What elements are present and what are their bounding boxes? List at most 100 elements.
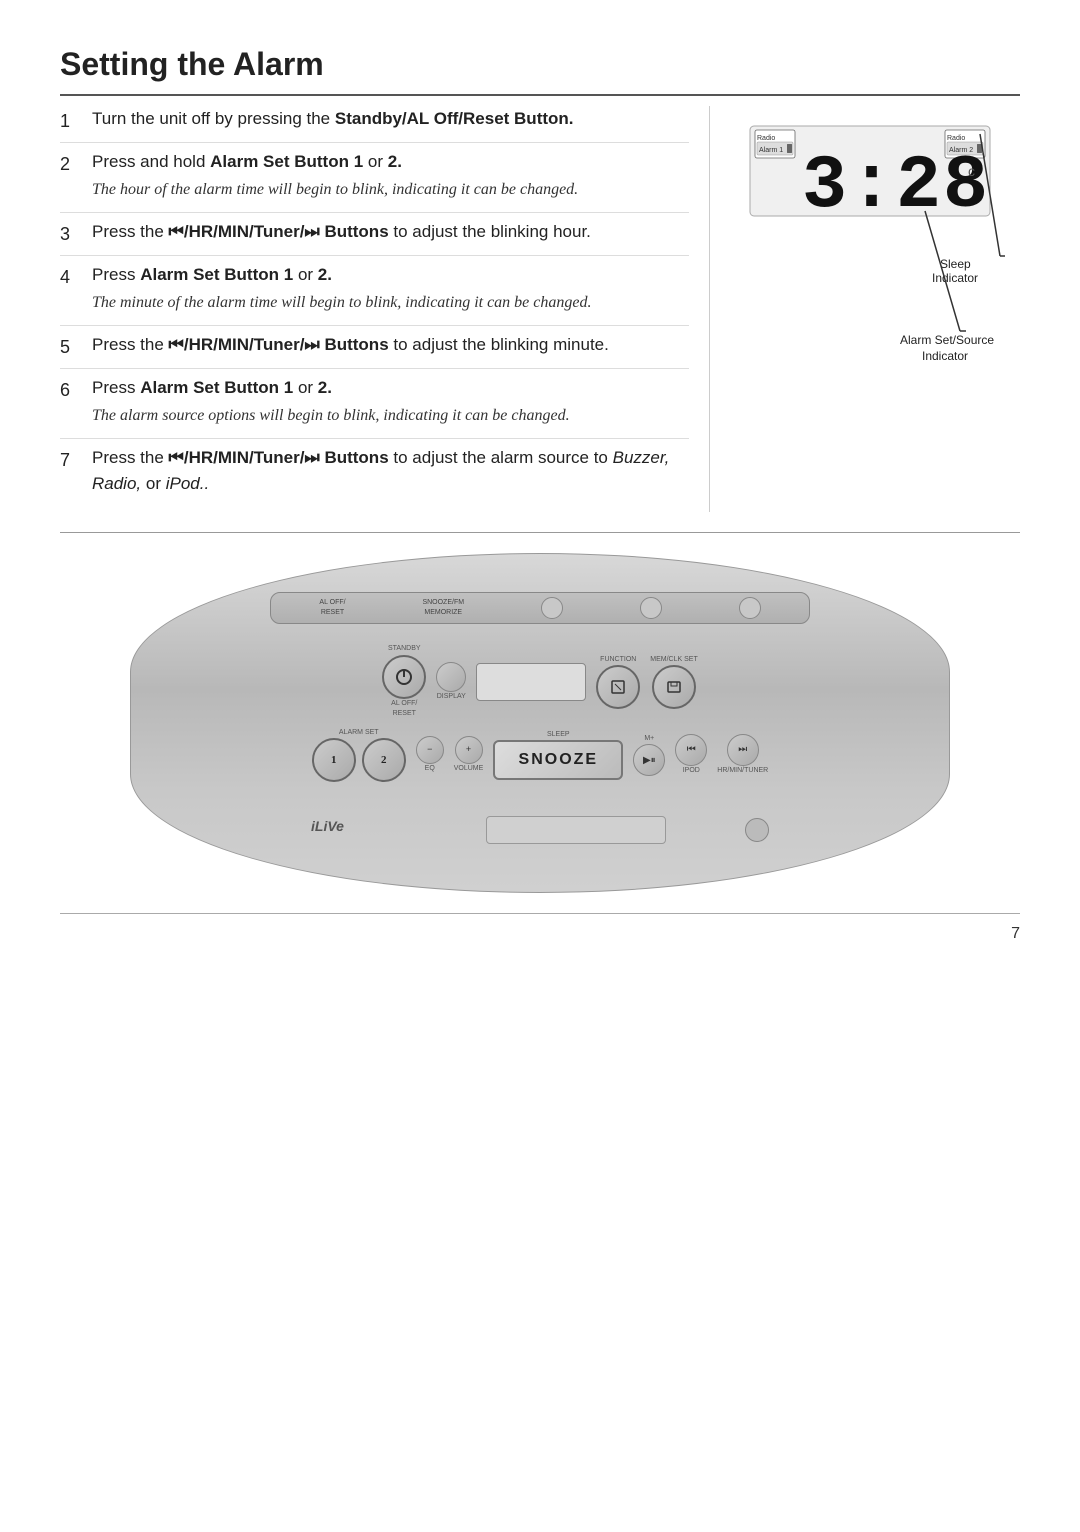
step-2-number: 2 (60, 149, 80, 207)
step-2-text: Press and hold Alarm Set Button 1 or 2. (92, 149, 689, 175)
step-7-text: Press the ⏮/HR/MIN/Tuner/⏭ Buttons to ad… (92, 445, 689, 496)
play-group: M+ ▶⏸ (633, 734, 665, 777)
device-illustration: AL OFF/RESET SNOOZE/FM MEMORIZE STANDBY (130, 553, 950, 893)
svg-text:3:28: 3:28 (802, 144, 990, 229)
svg-text:Indicator: Indicator (922, 349, 968, 363)
svg-text:Alarm 1: Alarm 1 (759, 147, 783, 154)
step-5-text: Press the ⏮/HR/MIN/Tuner/⏭ Buttons to ad… (92, 332, 689, 358)
step-6-bold1: Alarm Set Button 1 (140, 378, 293, 397)
device-top-panel: AL OFF/RESET SNOOZE/FM MEMORIZE (270, 592, 810, 624)
function-label: FUNCTION (600, 655, 636, 666)
step-1-number: 1 (60, 106, 80, 136)
step-5: 5 Press the ⏮/HR/MIN/Tuner/⏭ Buttons to … (60, 332, 689, 369)
step-4: 4 Press Alarm Set Button 1 or 2. The min… (60, 262, 689, 327)
eq-label: EQ (425, 764, 435, 775)
snooze-button[interactable]: SNOOZE (493, 740, 623, 780)
section-divider (60, 532, 1020, 533)
top-panel-text3: MEMORIZE (424, 608, 462, 619)
top-panel-text2: SNOOZE/FM (422, 598, 464, 609)
top-panel-circle3[interactable] (739, 597, 761, 619)
alarm-set-2-button[interactable]: 2 (362, 738, 406, 782)
play-button[interactable]: ▶⏸ (633, 744, 665, 776)
display-column: Radio Alarm 1 Radio Alarm 2 3:28 c (740, 106, 1020, 512)
device-bottom-circle (745, 818, 769, 842)
step-6-bold2: 2. (318, 378, 332, 397)
sleep-label: SLEEP (547, 730, 570, 741)
top-panel-circle2[interactable] (640, 597, 662, 619)
alarm-set-group: ALARM SET 1 2 (312, 728, 406, 783)
eq-button[interactable]: − (416, 736, 444, 764)
svg-text:Radio: Radio (947, 135, 965, 142)
svg-text:Sleep: Sleep (940, 257, 971, 271)
device-logo: iLiVe (311, 816, 344, 837)
al-off-reset-label: AL OFF/RESET (391, 699, 417, 720)
volume-group: + VOLUME (454, 736, 484, 775)
step-4-italic: The minute of the alarm time will begin … (92, 291, 689, 315)
step-4-bold1: Alarm Set Button 1 (140, 265, 293, 284)
device-controls: STANDBY AL OFF/RESET DISPLAY FUNCTION (240, 644, 840, 782)
step-1-bold: Standby/AL Off/Reset Button. (335, 109, 574, 128)
top-panel-group2: SNOOZE/FM MEMORIZE (422, 598, 464, 619)
step-4-content: Press Alarm Set Button 1 or 2. The minut… (92, 262, 689, 320)
mem-clk-group: MEM/CLK SET (650, 655, 697, 710)
mem-clk-label: MEM/CLK SET (650, 655, 697, 666)
step-6-content: Press Alarm Set Button 1 or 2. The alarm… (92, 375, 689, 433)
volume-button[interactable]: + (455, 736, 483, 764)
step-3-text: Press the ⏮/HR/MIN/Tuner/⏭ Buttons to ad… (92, 219, 689, 245)
steps-column: 1 Turn the unit off by pressing the Stan… (60, 106, 710, 512)
step-5-number: 5 (60, 332, 80, 362)
volume-label: VOLUME (454, 764, 484, 775)
ipod-label: IPOD (683, 766, 700, 777)
prev-group: ⏮ IPOD (675, 734, 707, 777)
svg-text:c: c (968, 163, 975, 179)
step-1-content: Turn the unit off by pressing the Standb… (92, 106, 689, 136)
function-button[interactable] (596, 665, 640, 709)
step-4-number: 4 (60, 262, 80, 320)
display-label: DISPLAY (437, 692, 466, 703)
next-group: ⏭ HR/MIN/TUNER (717, 734, 768, 777)
step-2: 2 Press and hold Alarm Set Button 1 or 2… (60, 149, 689, 214)
m-plus-label: M+ (644, 734, 654, 745)
display-button[interactable] (436, 662, 466, 692)
top-panel-circle1[interactable] (541, 597, 563, 619)
standby-group: STANDBY AL OFF/RESET (382, 644, 426, 720)
step-5-content: Press the ⏮/HR/MIN/Tuner/⏭ Buttons to ad… (92, 332, 689, 362)
clock-illustration: Radio Alarm 1 Radio Alarm 2 3:28 c (740, 116, 1020, 376)
clock-svg: Radio Alarm 1 Radio Alarm 2 3:28 c (740, 116, 1020, 376)
step-6-italic: The alarm source options will begin to b… (92, 404, 689, 428)
step-7-content: Press the ⏮/HR/MIN/Tuner/⏭ Buttons to ad… (92, 445, 689, 500)
device-bottom-rect (486, 816, 666, 844)
step-2-bold1: Alarm Set Button 1 (210, 152, 363, 171)
standby-label: STANDBY (388, 644, 421, 655)
step-3-content: Press the ⏮/HR/MIN/Tuner/⏭ Buttons to ad… (92, 219, 689, 249)
step-4-bold2: 2. (318, 265, 332, 284)
eq-group: − EQ (416, 736, 444, 775)
mem-clk-button[interactable] (652, 665, 696, 709)
step-6-text: Press Alarm Set Button 1 or 2. (92, 375, 689, 401)
page-title: Setting the Alarm (60, 40, 1020, 96)
page-number: 7 (60, 913, 1020, 946)
step-3-bold: ⏮/HR/MIN/Tuner/⏭ Buttons (169, 222, 389, 241)
next-button[interactable]: ⏭ (727, 734, 759, 766)
svg-text:Alarm Set/Source: Alarm Set/Source (900, 333, 994, 347)
main-content: 1 Turn the unit off by pressing the Stan… (60, 106, 1020, 512)
alarm2-group: 2 (362, 738, 406, 782)
step-7: 7 Press the ⏮/HR/MIN/Tuner/⏭ Buttons to … (60, 445, 689, 506)
top-panel-text1: AL OFF/RESET (319, 598, 345, 619)
hr-min-tuner-label: HR/MIN/TUNER (717, 766, 768, 777)
controls-row1: STANDBY AL OFF/RESET DISPLAY FUNCTION (240, 644, 840, 720)
step-1: 1 Turn the unit off by pressing the Stan… (60, 106, 689, 143)
display-screen (476, 663, 586, 701)
step-1-text: Turn the unit off by pressing the Standb… (92, 106, 689, 132)
svg-text:Radio: Radio (757, 135, 775, 142)
alarm-set-1-button[interactable]: 1 (312, 738, 356, 782)
svg-text:Indicator: Indicator (932, 271, 978, 285)
step-3-number: 3 (60, 219, 80, 249)
controls-row2: ALARM SET 1 2 − EQ + (240, 728, 840, 783)
step-6-number: 6 (60, 375, 80, 433)
prev-button[interactable]: ⏮ (675, 734, 707, 766)
standby-button[interactable] (382, 655, 426, 699)
alarm-set-label: ALARM SET (339, 728, 379, 739)
step-2-italic: The hour of the alarm time will begin to… (92, 178, 689, 202)
snooze-group: SLEEP SNOOZE (493, 730, 623, 781)
